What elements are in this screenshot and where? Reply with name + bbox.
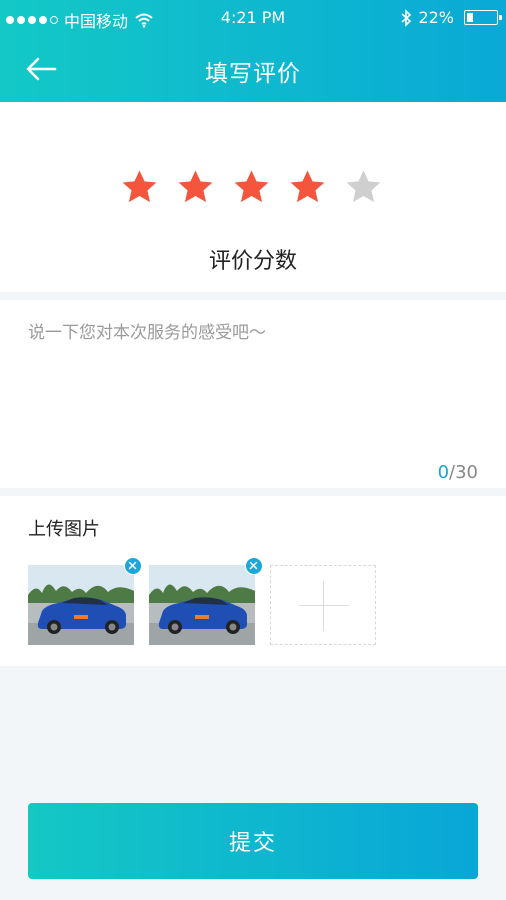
star-filled-icon[interactable] [288, 168, 327, 207]
page-title: 填写评价 [205, 61, 301, 87]
add-photo-button[interactable] [270, 565, 376, 645]
close-icon [128, 561, 137, 570]
remove-photo-button[interactable] [124, 557, 142, 575]
status-right: 22% [400, 8, 502, 27]
star-filled-icon[interactable] [232, 168, 271, 207]
battery-icon [464, 10, 502, 25]
close-icon [249, 561, 258, 570]
remove-photo-button[interactable] [245, 557, 263, 575]
battery-percent: 22% [418, 8, 454, 27]
comment-input[interactable] [28, 318, 478, 458]
submit-button[interactable]: 提交 [28, 803, 478, 879]
char-count: 0 [437, 462, 450, 483]
rating-label: 评价分数 [208, 249, 297, 274]
star-filled-icon[interactable] [176, 168, 215, 207]
star-rating [120, 168, 383, 207]
star-filled-icon[interactable] [120, 168, 159, 207]
car-photo [28, 565, 134, 645]
rating-section: 评价分数 [0, 102, 506, 292]
photo-thumbnail[interactable] [149, 557, 263, 645]
battery-fill [467, 13, 473, 22]
star-empty-icon[interactable] [344, 168, 383, 207]
status-bar: 中国移动 4:21 PM 22% [0, 0, 506, 34]
upload-section: 上传图片 [0, 496, 506, 666]
nav-bar: 填写评价 [0, 34, 506, 102]
car-photo [149, 565, 255, 645]
char-max: /30 [449, 462, 478, 483]
upload-title: 上传图片 [28, 519, 100, 540]
header: 中国移动 4:21 PM 22% 填写评价 [0, 0, 506, 102]
comment-section: 0/30 [0, 300, 506, 488]
bluetooth-icon [401, 8, 412, 27]
photo-thumbnail[interactable] [28, 557, 142, 645]
char-counter: 0/30 [438, 462, 478, 483]
